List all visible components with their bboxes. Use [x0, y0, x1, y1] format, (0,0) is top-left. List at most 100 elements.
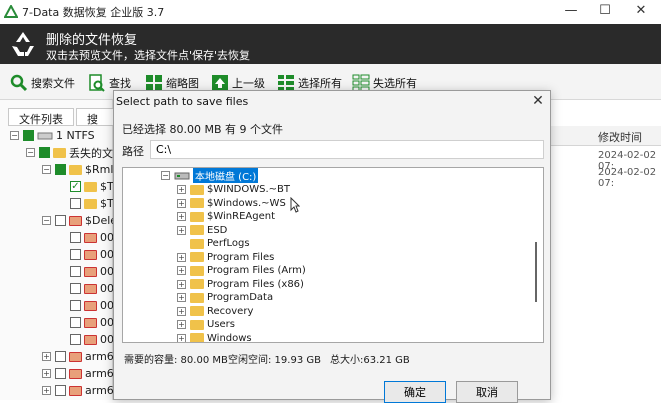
modified-date: 2024-02-02 07: — [598, 167, 657, 189]
path-input[interactable] — [150, 140, 544, 159]
expand-icon[interactable]: + — [42, 352, 51, 361]
checkbox[interactable] — [55, 351, 66, 362]
tree-folder[interactable]: + $Windows.~WS — [177, 197, 286, 211]
expand-icon[interactable]: + — [177, 198, 186, 208]
expand-icon[interactable]: + — [177, 212, 186, 222]
collapse-icon[interactable]: − — [42, 216, 51, 225]
checkbox[interactable] — [70, 249, 81, 260]
expand-icon[interactable]: + — [177, 252, 186, 262]
checkbox[interactable] — [55, 385, 66, 396]
drive-icon — [174, 172, 190, 180]
tree-item-00[interactable]: 00 — [70, 297, 114, 314]
expand-icon[interactable]: + — [177, 279, 186, 289]
folder-label: $Windows.~WS — [207, 197, 286, 209]
collapse-icon[interactable]: − — [10, 131, 19, 140]
dialog-close-button[interactable]: ✕ — [526, 91, 550, 111]
tree-item-00[interactable]: 00 — [70, 314, 114, 331]
folder-icon — [190, 265, 204, 276]
expand-icon[interactable]: + — [177, 333, 186, 342]
tree-folder[interactable]: + ProgramData — [177, 291, 273, 305]
tree-folder[interactable]: PerfLogs — [190, 237, 250, 251]
tree-item-t1[interactable]: ✓ $T — [70, 178, 114, 195]
search-files-button[interactable]: 搜索文件 — [10, 71, 75, 95]
close-button[interactable]: ✕ — [625, 0, 657, 24]
checkbox[interactable] — [70, 317, 81, 328]
mouse-cursor-icon — [290, 197, 300, 213]
app-logo-icon — [4, 5, 18, 18]
tree-label: 00 — [100, 316, 114, 329]
tree-item-ntfs[interactable]: − 1 NTFS — [10, 127, 95, 144]
checkbox[interactable] — [70, 232, 81, 243]
tree-folder[interactable]: + Program Files (x86) — [177, 278, 304, 292]
maximize-button[interactable]: ☐ — [589, 0, 621, 24]
free-space: 空闲空间: 19.93 GB — [228, 355, 321, 366]
folder-tree: − 本地磁盘 (C:) + $WINDOWS.~BT + $Windows.~WS … — [122, 167, 544, 343]
collapse-icon[interactable]: − — [42, 165, 51, 174]
tree-item-dele[interactable]: − $Dele — [42, 212, 117, 229]
expand-icon[interactable]: + — [177, 225, 186, 235]
tree-item-00[interactable]: 00 — [70, 331, 114, 348]
checkbox[interactable] — [70, 334, 81, 345]
checkbox[interactable] — [55, 164, 66, 175]
minimize-button[interactable]: — — [555, 0, 587, 24]
collapse-icon[interactable]: − — [161, 171, 170, 181]
checkbox[interactable] — [55, 215, 66, 226]
tree-item-00[interactable]: 00 — [70, 229, 114, 246]
tree-folder[interactable]: + Program Files — [177, 251, 274, 265]
tree-item-00[interactable]: 00 — [70, 263, 114, 280]
tab-search[interactable]: 搜索文 — [76, 108, 114, 126]
tree-item-arm[interactable]: + arm6 — [42, 365, 114, 382]
deleted-folder-icon — [84, 317, 97, 328]
checkbox[interactable] — [70, 266, 81, 277]
expand-icon[interactable]: + — [177, 306, 186, 316]
expand-icon[interactable]: + — [42, 369, 51, 378]
expand-icon[interactable]: + — [177, 185, 186, 195]
save-path-dialog: Select path to save files ✕ 已经选择 80.00 M… — [113, 90, 551, 403]
tree-label: $T — [100, 197, 114, 210]
folder-icon — [190, 198, 204, 209]
checkbox[interactable] — [70, 198, 81, 209]
deselect-all-label: 失选所有 — [373, 77, 417, 90]
collapse-icon[interactable]: − — [26, 148, 35, 157]
checkbox[interactable] — [55, 368, 66, 379]
tree-folder[interactable]: + $WinREAgent — [177, 210, 275, 224]
tree-item-drive-c[interactable]: − 本地磁盘 (C:) — [161, 168, 259, 184]
folder-label: ProgramData — [207, 292, 274, 304]
tree-item-00[interactable]: 00 — [70, 280, 114, 297]
folder-icon — [190, 279, 204, 290]
tree-item-00[interactable]: 00 — [70, 246, 114, 263]
folder-icon — [190, 306, 204, 317]
checkbox[interactable] — [70, 283, 81, 294]
checkbox[interactable] — [23, 130, 34, 141]
tree-folder[interactable]: + Program Files (Arm) — [177, 264, 306, 278]
checkbox[interactable] — [39, 147, 50, 158]
deleted-folder-icon — [84, 249, 97, 260]
expand-icon[interactable]: + — [177, 293, 186, 303]
scrollbar-thumb[interactable] — [535, 242, 537, 302]
tree-folder[interactable]: + Users — [177, 318, 235, 332]
folder-icon — [53, 147, 66, 158]
checkbox[interactable] — [70, 300, 81, 311]
tree-label: 丢失的文 — [69, 146, 113, 160]
find-label: 查找 — [109, 77, 131, 90]
tree-item-lost[interactable]: − 丢失的文 — [26, 144, 113, 161]
expand-icon[interactable]: + — [177, 266, 186, 276]
tree-label: 00 — [100, 265, 114, 278]
modified-time-header[interactable]: 修改时间 — [598, 129, 642, 145]
tree-label: 00 — [100, 333, 114, 346]
select-all-label: 选择所有 — [298, 77, 342, 90]
tree-item-arm[interactable]: + arm6 — [42, 382, 114, 399]
tree-item-rm[interactable]: − $Rml — [42, 161, 113, 178]
checkbox-checked[interactable]: ✓ — [70, 181, 81, 192]
folder-label: $WinREAgent — [207, 211, 276, 223]
banner-subtitle: 双击去预览文件，选择文件点'保存'去恢复 — [46, 49, 251, 62]
expand-icon[interactable]: + — [177, 320, 186, 330]
tree-folder[interactable]: + Windows — [177, 332, 252, 342]
tree-folder[interactable]: + $WINDOWS.~BT — [177, 183, 290, 197]
tree-folder[interactable]: + ESD — [177, 224, 227, 238]
expand-icon[interactable]: + — [42, 386, 51, 395]
tree-folder[interactable]: + Recovery — [177, 305, 253, 319]
tree-item-arm[interactable]: + arm6 — [42, 348, 114, 365]
tab-file-list[interactable]: 文件列表 — [8, 108, 74, 126]
tree-item-t2[interactable]: $T — [70, 195, 114, 212]
